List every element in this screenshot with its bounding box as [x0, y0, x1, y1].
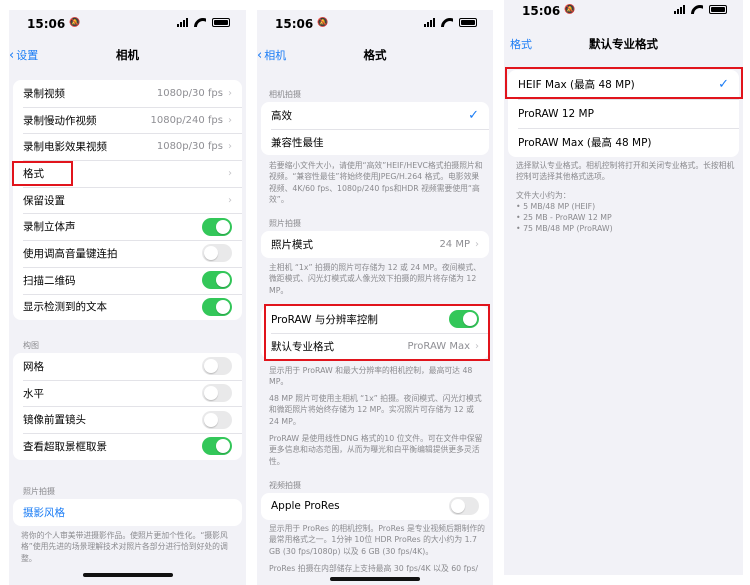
battery-icon [459, 18, 477, 27]
detected-text-toggle[interactable] [202, 297, 232, 316]
proraw-note-2: 48 MP 照片可使用主相机 “1x” 拍摄。夜间模式、闪光灯模式和微距照片将始… [269, 394, 482, 426]
photo-style-note: 将你的个人审美带进摄影作品。使照片更加个性化。“摄影风格”使用先进的场景理解技术… [21, 531, 228, 563]
status-bar: 15:06 🔕 [257, 10, 493, 34]
file-size-item: • 25 MB - ProRAW 12 MP [516, 213, 612, 222]
photo-mode-row[interactable]: 照片模式 24 MP › [261, 231, 489, 258]
mute-bell-icon: 🔕 [69, 18, 81, 28]
record-slomo-row[interactable]: 录制慢动作视频 1080p/240 fps › [13, 106, 242, 134]
proraw-note-1: 显示用于 ProRAW 和最大分辨率的相机控制，最高可达 48 MP。 [269, 366, 473, 387]
mirror-front-row: 镜像前置镜头 [13, 406, 242, 433]
highlight-box [505, 67, 743, 99]
home-indicator [82, 573, 173, 577]
most-compatible-option[interactable]: 兼容性最佳 [261, 128, 489, 156]
home-indicator [330, 577, 420, 581]
back-button[interactable]: ‹ 设置 [9, 47, 38, 63]
prores-note: 显示用于 ProRes 的相机控制。ProRes 是专业视频后期制作的最常用格式… [269, 524, 485, 556]
chevron-left-icon: ‹ [257, 47, 263, 63]
photo-style-row[interactable]: 摄影风格 [13, 499, 242, 526]
camera-capture-header: 相机拍摄 [269, 90, 301, 99]
file-size-item: • 75 MB/48 MP (ProRAW) [516, 224, 613, 233]
battery-icon [709, 5, 727, 14]
scan-qr-row: 扫描二维码 [13, 266, 242, 294]
proraw-note-3: ProRAW 是使用线性DNG 格式的10 位文件。可在文件中保留更多信息和动态… [269, 434, 483, 466]
composition-group: 网格 水平 镜像前置镜头 查看超取景框取景 [13, 353, 242, 460]
photo-capture-header: 照片拍摄 [269, 219, 301, 228]
pro-format-note: 选择默认专业格式。相机控制将打开和关闭专业格式。长按相机控制可选择其他格式选项。 [516, 161, 735, 182]
stereo-toggle[interactable] [202, 217, 232, 236]
photo-style-group: 摄影风格 [13, 499, 242, 526]
page-title: 默认专业格式 [589, 37, 658, 51]
view-outside-toggle[interactable] [202, 437, 232, 456]
checkmark-icon: ✓ [468, 107, 479, 123]
prores-group: Apple ProRes [261, 493, 489, 520]
proraw-12mp-option[interactable]: ProRAW 12 MP [508, 99, 739, 128]
record-stereo-row: 录制立体声 [13, 213, 242, 240]
prores-row: Apple ProRes [261, 493, 489, 520]
status-time: 15:06 [275, 17, 314, 31]
grid-row: 网格 [13, 353, 242, 380]
file-size-item: • 5 MB/48 MP (HEIF) [516, 202, 596, 211]
chevron-left-icon: ‹ [9, 47, 15, 63]
highlight-box [264, 304, 490, 361]
photo-capture-header: 照片拍摄 [23, 487, 55, 496]
volume-burst-row: 使用调高音量键连拍 [13, 240, 242, 267]
level-row: 水平 [13, 379, 242, 407]
page-title: 格式 [363, 48, 387, 62]
status-bar: 15:06 🔕 [504, 0, 743, 21]
battery-icon [212, 18, 230, 27]
record-cinematic-row[interactable]: 录制电影效果视频 1080p/30 fps › [13, 133, 242, 160]
page-title: 相机 [116, 48, 139, 62]
cellular-signal-icon [674, 5, 685, 14]
formats-screen: 15:06 🔕 格式 ‹ 相机 相机拍摄 高效 ✓ 兼容性最佳 若要缩小文件大小，… [257, 10, 493, 585]
chevron-right-icon: › [228, 194, 232, 206]
nav-bar: 格式 ‹ 相机 [257, 47, 493, 71]
composition-header: 构图 [23, 341, 39, 350]
level-toggle[interactable] [202, 384, 232, 403]
camera-settings-screen: 15:06 🔕 相机 ‹ 设置 录制视频 1080p/30 fps › 录制慢动作视… [9, 10, 246, 585]
grid-toggle[interactable] [202, 357, 232, 376]
back-button[interactable]: ‹ 相机 [257, 47, 286, 63]
file-size-header: 文件大小约为： [516, 191, 571, 200]
nav-bar: 相机 ‹ 设置 [9, 47, 246, 71]
photo-mode-group: 照片模式 24 MP › [261, 231, 489, 258]
cellular-signal-icon [424, 18, 435, 27]
mute-bell-icon: 🔕 [564, 5, 576, 15]
view-outside-row: 查看超取景框取景 [13, 433, 242, 460]
camera-capture-group: 高效 ✓ 兼容性最佳 [261, 102, 489, 156]
highlight-box [12, 161, 73, 186]
status-time: 15:06 [27, 17, 66, 31]
chevron-right-icon: › [228, 87, 232, 99]
capture-note: 若要缩小文件大小，请使用“高效”HEIF/HEVC格式拍摄照片和视频。“兼容性最… [269, 161, 483, 204]
high-efficiency-option[interactable]: 高效 ✓ [261, 102, 489, 129]
record-video-row[interactable]: 录制视频 1080p/30 fps › [13, 80, 242, 107]
nav-bar: 默认专业格式 格式 [504, 36, 743, 60]
mute-bell-icon: 🔕 [317, 18, 329, 28]
chevron-right-icon: › [228, 167, 232, 179]
chevron-right-icon: › [228, 114, 232, 126]
back-button[interactable]: 格式 [510, 36, 532, 52]
detected-text-row: 显示检测到的文本 [13, 293, 242, 321]
wifi-icon [691, 5, 703, 14]
qr-toggle[interactable] [202, 271, 232, 290]
mirror-toggle[interactable] [202, 410, 232, 429]
chevron-right-icon: › [228, 141, 232, 153]
camera-settings-group: 录制视频 1080p/30 fps › 录制慢动作视频 1080p/240 fps › … [13, 80, 242, 321]
prores-toggle[interactable] [449, 497, 479, 516]
status-bar: 15:06 🔕 [9, 10, 246, 34]
photo-mode-note: 主相机 “1x” 拍摄的照片可存储为 12 或 24 MP。夜间模式、微距模式、… [269, 263, 481, 295]
video-capture-header: 视频拍摄 [269, 481, 301, 490]
proraw-max-option[interactable]: ProRAW Max (最高 48 MP) [508, 128, 739, 157]
cellular-signal-icon [177, 18, 188, 27]
preserve-settings-row[interactable]: 保留设置 › [13, 186, 242, 214]
status-time: 15:06 [522, 4, 561, 18]
burst-toggle[interactable] [202, 244, 232, 263]
wifi-icon [441, 18, 453, 27]
wifi-icon [194, 18, 206, 27]
chevron-right-icon: › [475, 238, 479, 250]
default-pro-format-screen: 15:06 🔕 默认专业格式 格式 HEIF Max (最高 48 MP) ✓ P… [504, 0, 743, 575]
prores-note-2: ProRes 拍摄在内部储存上支持最高 30 fps/4K 以及 60 fps/ [269, 564, 479, 573]
